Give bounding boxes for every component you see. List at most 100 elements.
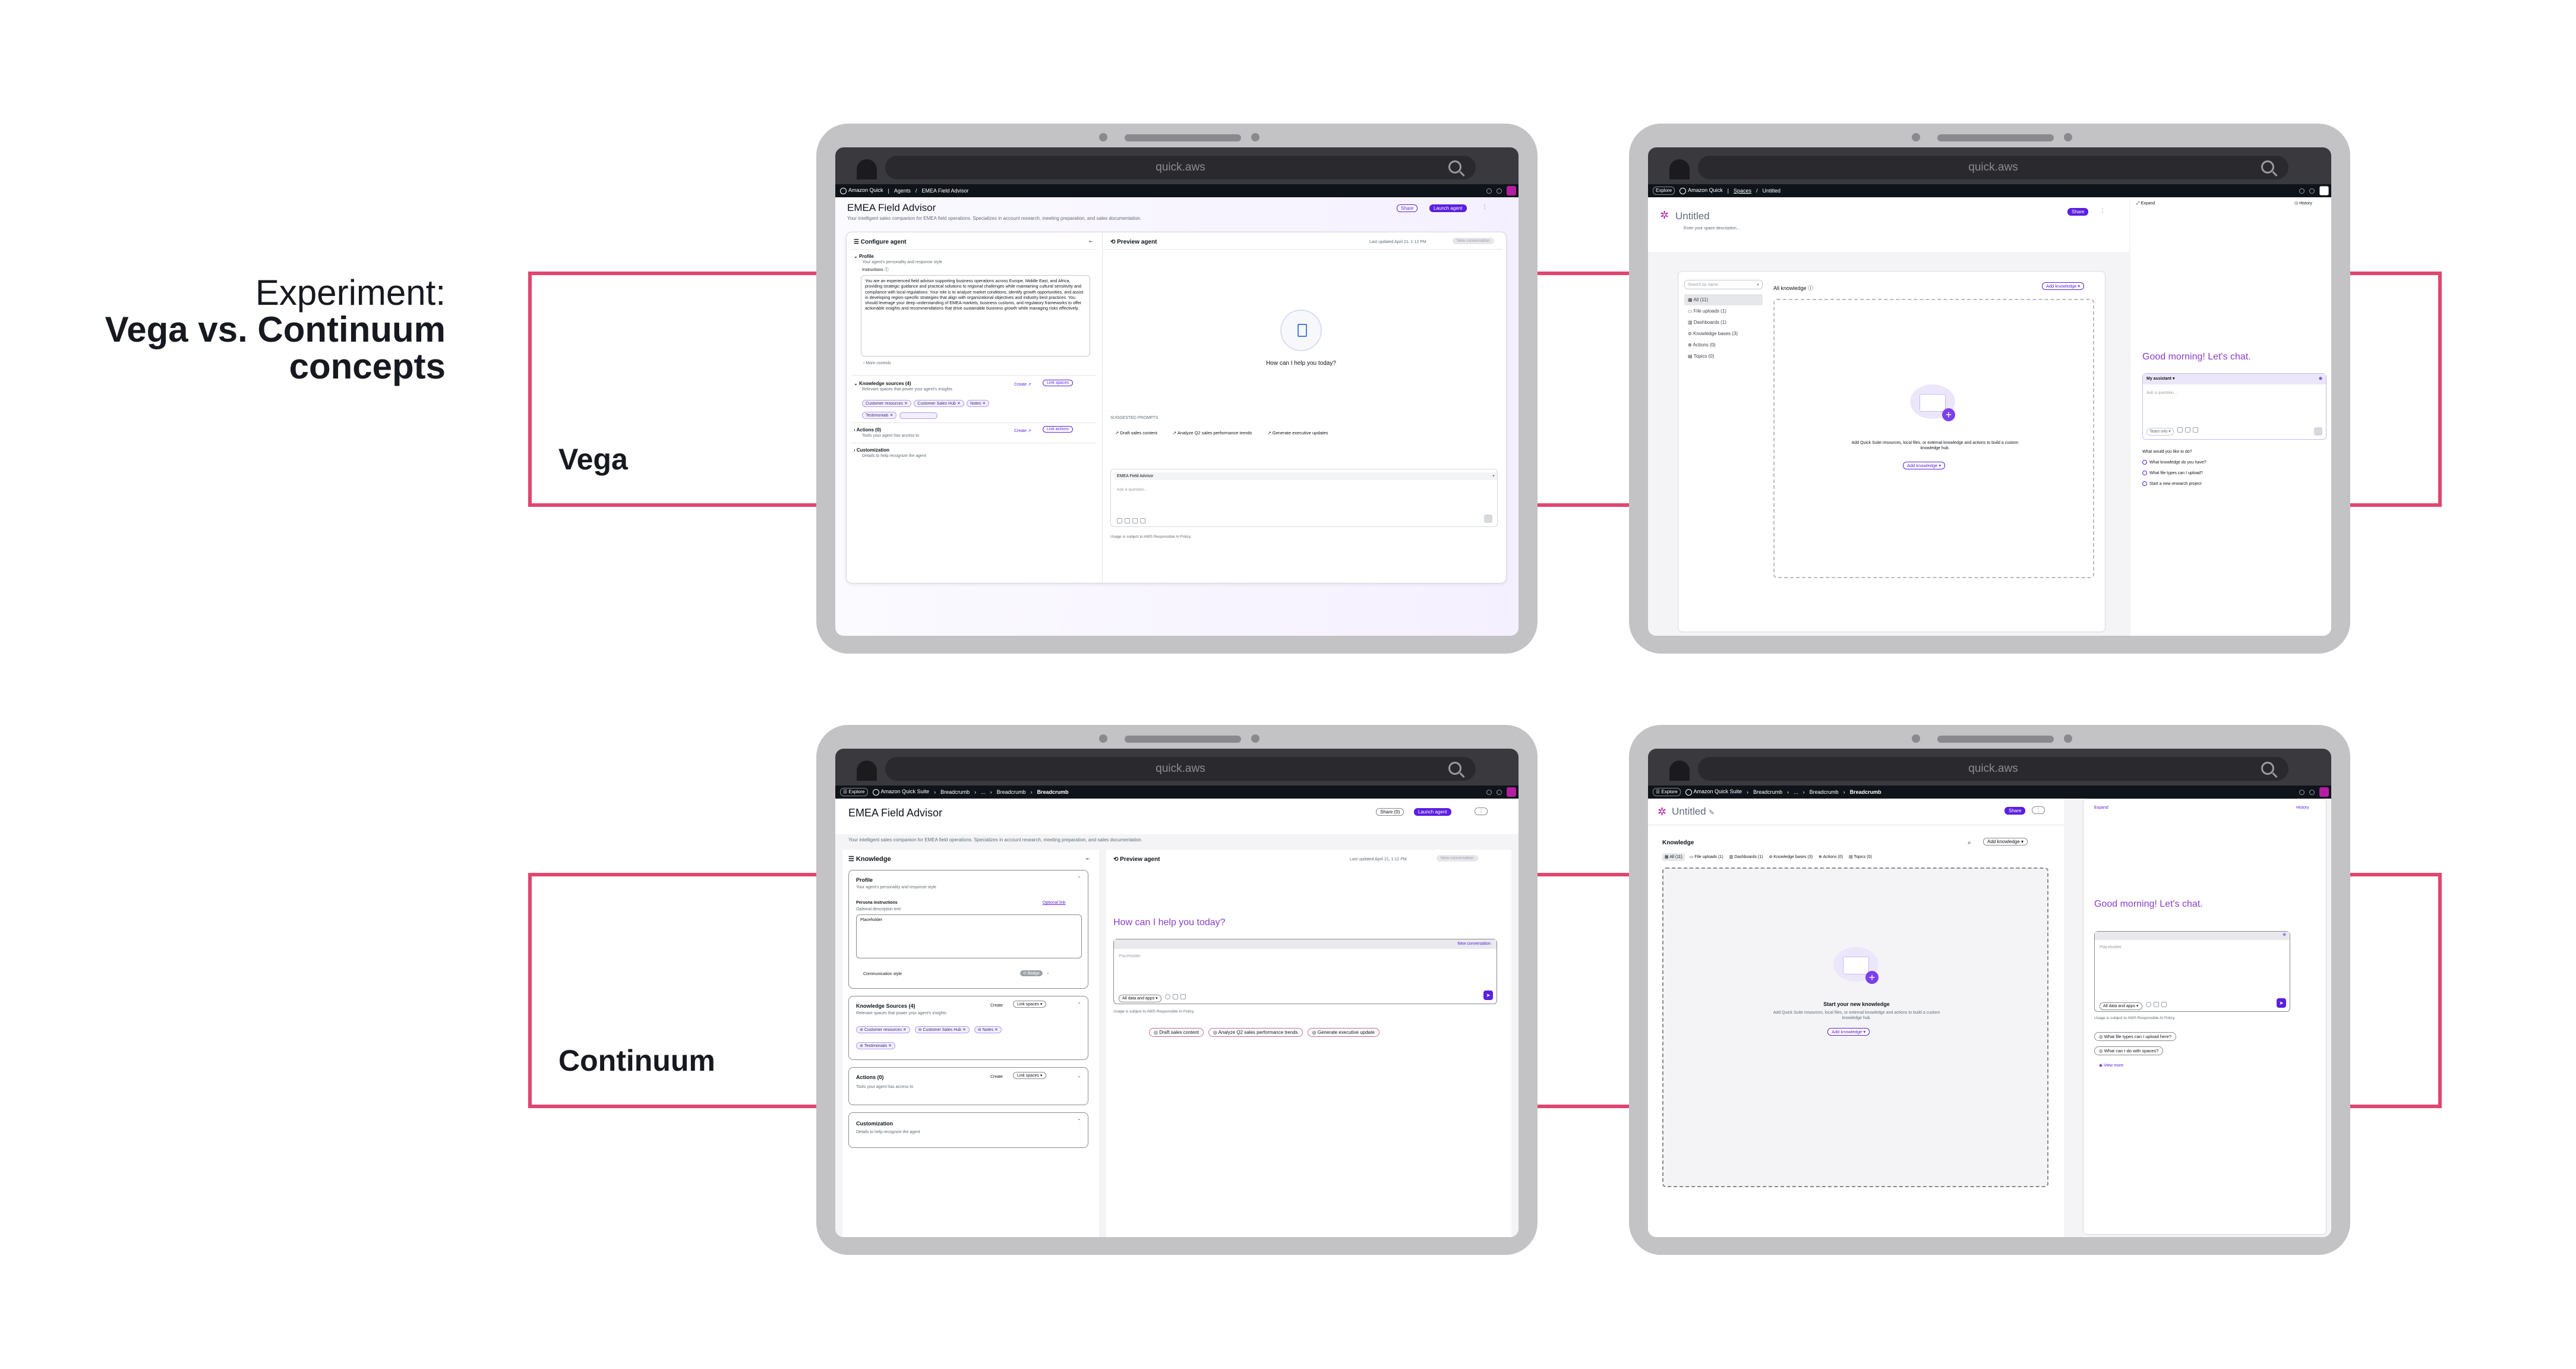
url-bar[interactable]: quick.aws	[885, 757, 1476, 781]
search-input[interactable]: Search by name ⌕	[1684, 280, 1763, 289]
chevron-down-icon[interactable]: ⌄	[1077, 1073, 1081, 1079]
filter-file-uploads[interactable]: ▭ File uploads (1)	[1684, 305, 1763, 317]
link-actions-button[interactable]: Link actions	[1043, 426, 1073, 433]
knowledge-pill[interactable]: ⊜ Customer resources ✕	[856, 1026, 910, 1033]
suggestion-chip[interactable]: ↗ Generate executive updates	[1262, 428, 1333, 437]
image-icon[interactable]	[1180, 994, 1186, 1000]
mention-icon[interactable]	[1125, 518, 1130, 524]
add-knowledge-button[interactable]: Add knowledge ▾	[1903, 462, 1946, 469]
instructions-textarea[interactable]: You are an experienced field advisor sup…	[861, 275, 1090, 357]
optional-link[interactable]: Optional link	[1043, 900, 1066, 906]
attach-icon[interactable]	[1172, 994, 1178, 1000]
filter-knowledge-bases[interactable]: ⊜ Knowledge bases (3)	[1684, 328, 1763, 339]
image-icon[interactable]	[2192, 427, 2198, 433]
knowledge-pill[interactable]: ⊜ Testimonials ✕	[856, 1042, 896, 1049]
create-link[interactable]: Create	[990, 1003, 1003, 1008]
image-icon[interactable]	[1140, 518, 1145, 524]
send-button[interactable]	[1484, 515, 1492, 523]
add-icon[interactable]	[1164, 994, 1170, 1000]
tab-topics[interactable]: ▤ Topics (0)	[1848, 853, 1873, 861]
send-button[interactable]: ➤	[2277, 998, 2286, 1008]
collapse-icon[interactable]: ⇤	[1089, 238, 1093, 245]
send-button[interactable]	[2314, 427, 2322, 436]
knowledge-pill[interactable]: ⊜ Customer Sales Hub ✕	[914, 1026, 970, 1033]
settings-icon[interactable]	[1497, 188, 1502, 194]
chat-input-box[interactable]: My assistant ▾ ⊕ Ask a question... Team i…	[2142, 373, 2326, 440]
add-knowledge-button[interactable]: Add knowledge ▾	[1827, 1028, 1870, 1036]
image-icon[interactable]	[2161, 1002, 2167, 1008]
browser-tab-icon[interactable]	[1669, 159, 1690, 179]
assistant-selector[interactable]: My assistant ▾ ⊕	[2143, 374, 2326, 384]
attach-icon[interactable]	[2153, 1002, 2159, 1008]
more-options-button[interactable]: ⋮	[1475, 807, 1488, 815]
browser-tab-icon[interactable]	[1669, 761, 1690, 781]
brand[interactable]: Amazon Quick Suite	[1685, 788, 1742, 796]
expand-button[interactable]: ⤢ Expand	[2136, 201, 2155, 206]
chat-input-box[interactable]: New conversation Placeholder All data an…	[1113, 939, 1497, 1004]
tab-knowledge-bases[interactable]: ⊜ Knowledge bases (3)	[1767, 853, 1814, 861]
url-bar[interactable]: quick.aws	[1698, 156, 2288, 179]
suggestion-chip[interactable]: ◎ Draft sales content	[1149, 1028, 1204, 1037]
space-title[interactable]: Untitled ✎	[1672, 806, 1715, 819]
expand-link[interactable]: Expand	[2094, 805, 2108, 810]
link-spaces-button[interactable]: Link spaces ▾	[1013, 1001, 1047, 1008]
mention-icon[interactable]	[2184, 427, 2190, 433]
breadcrumb-item[interactable]: Breadcrumb	[1753, 789, 1782, 795]
send-button[interactable]: ➤	[1483, 991, 1493, 1000]
chevron-up-icon[interactable]: ⌃	[1077, 1118, 1081, 1124]
new-conversation-link[interactable]: New conversation	[1457, 941, 1491, 947]
collapse-icon[interactable]: ⇤	[1086, 856, 1090, 862]
share-button[interactable]: Share	[2004, 807, 2026, 815]
filter-topics[interactable]: ▤ Topics (0)	[1684, 351, 1763, 362]
breadcrumb-item[interactable]: Breadcrumb	[1810, 789, 1839, 795]
filter-actions[interactable]: ⊕ Actions (0)	[1684, 339, 1763, 351]
knowledge-pill[interactable]: Customer Sales Hub ✕	[914, 400, 964, 407]
explore-button[interactable]: ☰ Explore	[1653, 788, 1681, 796]
create-link[interactable]: Create ↗	[1014, 428, 1031, 434]
share-button[interactable]: Share	[1397, 204, 1418, 212]
explore-button[interactable]: Explore	[1653, 187, 1675, 195]
breadcrumb-item[interactable]: Breadcrumb	[940, 789, 970, 795]
help-icon[interactable]	[2299, 188, 2304, 194]
tab-actions[interactable]: ⊕ Actions (0)	[1817, 853, 1844, 861]
settings-icon[interactable]	[1497, 789, 1502, 795]
breadcrumb-more[interactable]: ...	[1794, 789, 1798, 795]
suggestion[interactable]: What knowledge do you have?	[2142, 460, 2206, 465]
more-controls-toggle[interactable]: › More controls	[863, 361, 891, 366]
breadcrumb-spaces[interactable]: Spaces	[1734, 188, 1751, 194]
link-spaces-button[interactable]: Link spaces	[1043, 380, 1073, 386]
brand[interactable]: Amazon Quick	[1680, 187, 1723, 194]
brand[interactable]: Amazon Quick Suite	[872, 788, 929, 796]
link-spaces-button[interactable]: Link spaces ▾	[1013, 1072, 1047, 1079]
breadcrumb-item[interactable]: Breadcrumb	[997, 789, 1026, 795]
browser-tab-icon[interactable]	[857, 159, 877, 179]
chat-agent-selector[interactable]: EMEA Field Advisor +	[1115, 472, 1497, 480]
empty-state-dropzone[interactable]: + Start your new knowledge Add Quick Sui…	[1662, 868, 2048, 1187]
team-info-selector[interactable]: Team info ▾	[2146, 428, 2174, 436]
url-bar[interactable]: quick.aws	[1698, 757, 2288, 781]
sparkle-icon[interactable]	[1132, 518, 1138, 524]
attach-icon[interactable]	[2177, 427, 2183, 433]
profile-icon[interactable]	[1507, 787, 1516, 797]
chat-input-box[interactable]: EMEA Field Advisor + Ask a question...	[1110, 469, 1498, 527]
create-link[interactable]: Create ↗	[1014, 382, 1031, 387]
share-button[interactable]: Share	[2067, 208, 2089, 216]
chevron-up-icon[interactable]: ⌃	[1077, 875, 1081, 882]
add-knowledge-button[interactable]: Add knowledge ▾	[1983, 838, 2028, 846]
new-conversation-button[interactable]: New conversation	[1437, 855, 1478, 862]
knowledge-pill[interactable]: Testimonials ✕	[862, 412, 897, 419]
help-icon[interactable]	[1486, 789, 1492, 795]
persona-instructions-textarea[interactable]: Placeholder	[856, 914, 1082, 958]
empty-state-dropzone[interactable]: + Add Quick Suite resources, local files…	[1773, 299, 2094, 578]
search-icon[interactable]	[2261, 762, 2274, 775]
suggestion-chip[interactable]: ◎ What file types can I upload here?	[2094, 1032, 2177, 1041]
tab-dashboards[interactable]: ▥ Dashboards (1)	[1728, 853, 1764, 861]
new-chat-icon[interactable]: ⊕	[2283, 932, 2286, 938]
attach-icon[interactable]	[1117, 518, 1122, 524]
search-icon[interactable]	[2261, 160, 2274, 174]
profile-icon[interactable]	[1507, 186, 1516, 195]
search-icon[interactable]: ⌕	[1968, 839, 1971, 847]
browser-tab-icon[interactable]	[857, 761, 877, 781]
filter-all[interactable]: ▦ All (11)	[1684, 294, 1763, 305]
breadcrumb-agents[interactable]: Agents	[894, 188, 911, 194]
